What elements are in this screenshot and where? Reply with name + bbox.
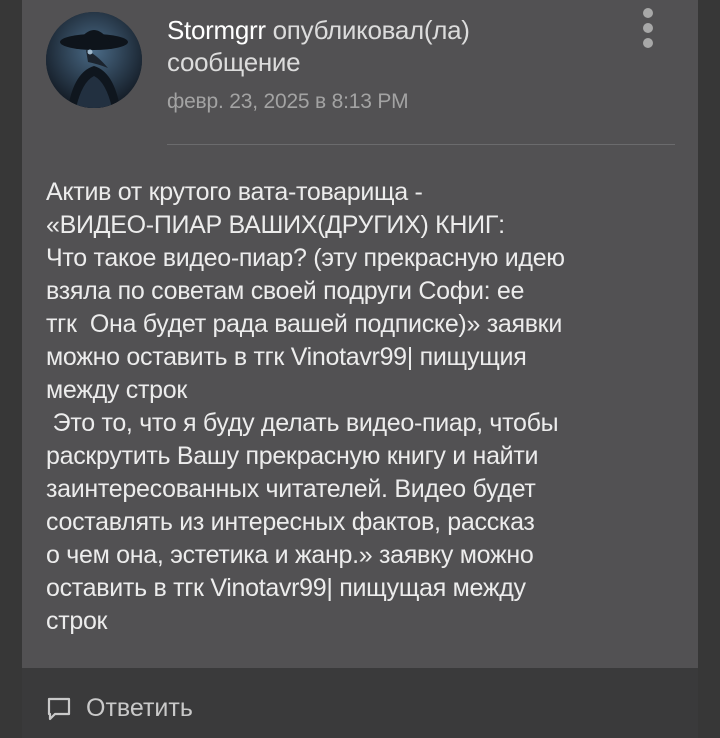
- avatar[interactable]: [46, 12, 142, 108]
- more-options-button[interactable]: [634, 8, 662, 48]
- post-timestamp: февр. 23, 2025 в 8:13 PM: [167, 90, 409, 113]
- post-body: Актив от крутого вата-товарища - «ВИДЕО-…: [46, 178, 565, 635]
- more-vertical-icon: [643, 8, 653, 18]
- author-name[interactable]: Stormgrr: [167, 15, 266, 45]
- avatar-plague-doctor-icon: [46, 12, 142, 108]
- post-header: Stormgrr опубликовал(ла) сообщение: [167, 14, 607, 78]
- header-divider: [167, 144, 675, 145]
- reply-bar: Ответить: [22, 668, 698, 738]
- reply-label: Ответить: [86, 694, 193, 722]
- more-vertical-icon: [643, 38, 653, 48]
- reply-button[interactable]: Ответить: [46, 694, 193, 723]
- comment-bubble-icon: [47, 697, 71, 720]
- page: Stormgrr опубликовал(ла) сообщение февр.…: [0, 0, 720, 738]
- more-vertical-icon: [643, 23, 653, 33]
- post-card: Stormgrr опубликовал(ла) сообщение февр.…: [22, 0, 698, 668]
